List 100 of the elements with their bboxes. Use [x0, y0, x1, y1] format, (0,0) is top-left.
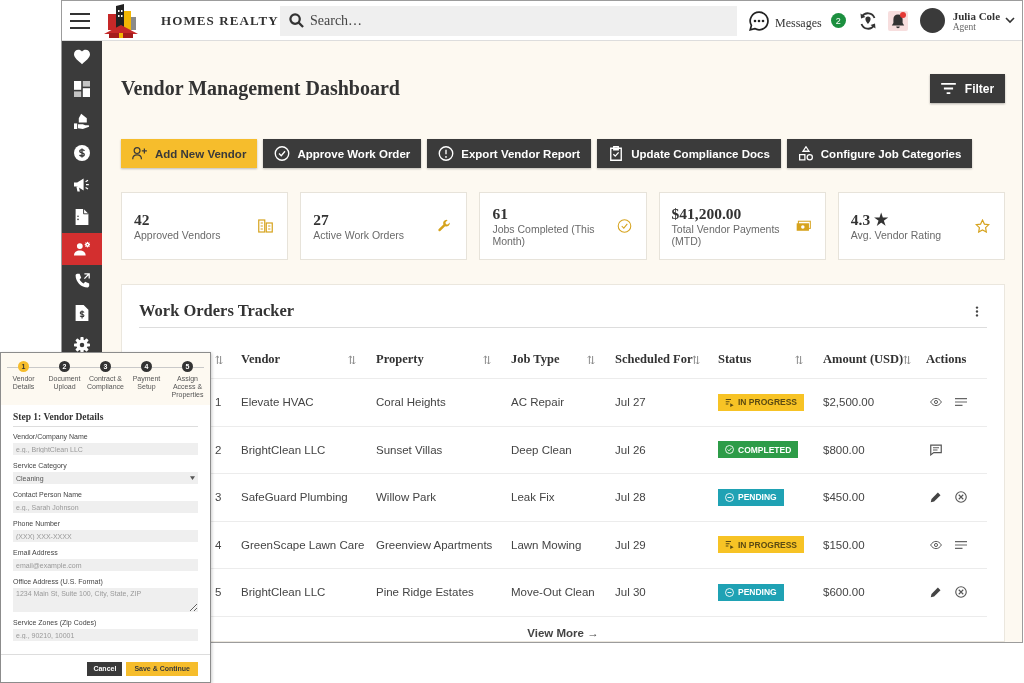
action-button[interactable]: Approve Work Order [263, 139, 422, 168]
table-cell-text: Leak Fix [510, 491, 556, 504]
table-cell-text: BrightClean LLC [240, 586, 327, 599]
sort-icon[interactable] [215, 354, 223, 365]
column-header[interactable]: Status [718, 352, 752, 367]
table-cell-text: Pine Ridge Estates [375, 586, 475, 599]
table-cell-text: $150.00 [822, 538, 866, 551]
check-circle-icon [616, 219, 632, 233]
x-circle-icon[interactable] [955, 586, 967, 599]
table-cell-text: Greenview Apartments [375, 538, 494, 551]
column-header[interactable]: Job Type [511, 352, 560, 367]
status-label: PENDING [738, 492, 777, 503]
sort-icon[interactable] [692, 354, 701, 365]
table-cell-text: $450.00 [822, 491, 866, 504]
add-user-icon [132, 146, 148, 161]
pencil-icon[interactable] [930, 586, 942, 599]
list-play-icon [725, 397, 734, 407]
x-circle-icon[interactable] [955, 491, 967, 504]
sort-icon[interactable] [348, 354, 356, 365]
megaphone-icon [74, 177, 90, 193]
table-cell: 4 [215, 538, 222, 551]
stat-value: 27 [313, 211, 330, 229]
table-cell-text: Jul 30 [614, 586, 647, 599]
sort-icon[interactable] [587, 354, 595, 365]
sort-icon[interactable] [795, 354, 803, 365]
table-cell-text: Sunset Villas [375, 443, 444, 456]
search-field[interactable]: Search… [280, 5, 737, 36]
table-cell-text: SafeGuard Plumbing [240, 491, 349, 504]
table-cell: 2 [215, 443, 222, 456]
message-count: 2 [830, 13, 846, 28]
message-icon[interactable] [930, 443, 942, 456]
eye-icon[interactable] [930, 396, 942, 409]
check-circle-icon [274, 146, 291, 161]
stat-label: Active Work Orders [313, 229, 404, 241]
status-label: COMPLETED [738, 444, 792, 455]
status-label: IN PROGRESS [738, 397, 798, 408]
document-icon [74, 209, 90, 225]
table-cell-text: Jul 27 [614, 396, 647, 409]
stat-value: 4.3 ★ [850, 211, 890, 229]
table-cell: 3 [215, 491, 222, 504]
wrench-icon [437, 219, 453, 233]
list-icon[interactable] [955, 538, 967, 551]
avatar[interactable] [919, 8, 945, 33]
messages-link[interactable]: Messages [775, 15, 822, 31]
table-cell-text: $2,500.00 [822, 396, 876, 409]
hand-house-icon [74, 113, 90, 129]
stat-value: 61 [492, 205, 509, 223]
stat-label: Total Vendor Payments (MTD) [671, 223, 781, 247]
user-role: Agent [952, 21, 977, 32]
table-title: Work Orders Tracker [139, 301, 295, 321]
form-heading: Step 1: Vendor Details [13, 412, 198, 427]
clipboard-check-icon [608, 146, 625, 161]
column-header[interactable]: Scheduled For [615, 352, 693, 367]
stat-value: 42 [134, 211, 151, 229]
sidebar-item[interactable] [62, 233, 102, 265]
menu-icon[interactable] [70, 12, 90, 29]
check-circle-icon [725, 445, 734, 455]
filter-button[interactable]: Filter [930, 74, 1005, 103]
user-name: Julia Cole [952, 9, 1001, 22]
status-label: IN PROGRESS [738, 539, 798, 550]
page-title: Vendor Management Dashboard [121, 77, 400, 100]
dashboard-icon [74, 81, 90, 97]
table-cell-text: GreenScape Lawn Care [240, 538, 366, 551]
table-cell-text: $600.00 [822, 586, 866, 599]
table-cell-text: Jul 26 [614, 443, 647, 456]
building-icon [258, 219, 274, 233]
list-play-icon [725, 540, 734, 550]
sort-icon[interactable] [903, 354, 912, 365]
bell-icon[interactable] [887, 10, 908, 31]
minus-circle-icon [725, 587, 734, 597]
column-header[interactable]: Actions [926, 352, 967, 367]
sort-icon[interactable] [483, 354, 491, 365]
chat-icon[interactable] [749, 10, 769, 31]
table-cell: 5 [215, 586, 222, 599]
heart-icon [74, 49, 90, 65]
shapes-icon [797, 146, 814, 161]
eye-icon[interactable] [930, 538, 942, 551]
table-cell-text: BrightClean LLC [240, 443, 327, 456]
brand-name: HOMES REALTY [161, 12, 280, 29]
invoice-icon [74, 305, 90, 321]
user-gear-icon [74, 241, 90, 257]
status-label: PENDING [738, 587, 777, 598]
table-cell-text: Elevate HVAC [240, 396, 315, 409]
column-header[interactable]: Vendor [241, 352, 281, 367]
action-button[interactable]: Add New Vendor [121, 139, 258, 168]
list-icon[interactable] [955, 396, 967, 409]
action-button[interactable]: Configure Job Categories [786, 139, 973, 168]
column-header[interactable]: Amount (USD) [823, 352, 904, 367]
chevron-down-icon[interactable] [1005, 17, 1016, 24]
stat-label: Avg. Vendor Rating [850, 229, 942, 241]
stat-label: Jobs Completed (This Month) [492, 223, 596, 247]
pencil-icon[interactable] [930, 491, 942, 504]
action-button[interactable]: Export Vendor Report [427, 139, 592, 168]
kebab-menu-icon[interactable] [975, 305, 979, 317]
view-more-link[interactable]: View More → [527, 626, 599, 639]
phone-icon [74, 273, 90, 289]
action-button[interactable]: Update Compliance Docs [597, 139, 781, 168]
stat-label: Approved Vendors [134, 229, 221, 241]
column-header[interactable]: Property [376, 352, 424, 367]
minus-circle-icon [725, 492, 734, 502]
